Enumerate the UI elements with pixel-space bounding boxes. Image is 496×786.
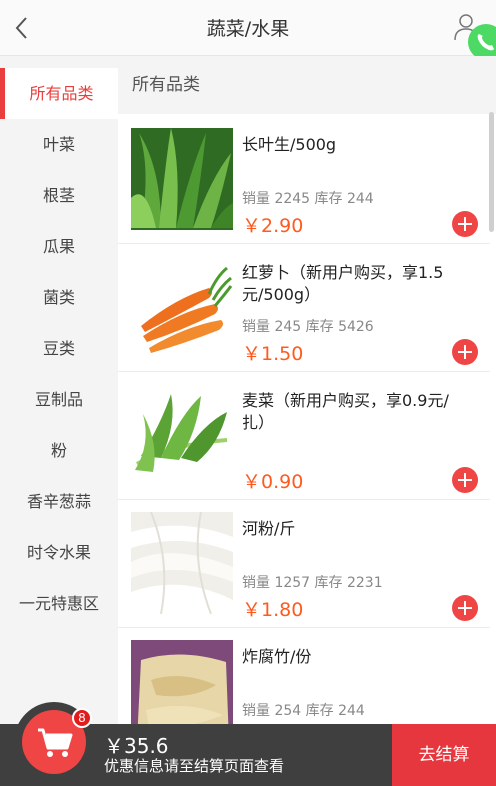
product-price: ￥1.80 xyxy=(242,599,304,621)
product-item[interactable]: 炸腐竹/份 销量 254 库存 244 xyxy=(118,628,490,724)
product-price: ￥0.90 xyxy=(242,471,304,493)
sidebar-item-mushroom[interactable]: 菌类 xyxy=(0,272,118,323)
sidebar-item-one-yuan[interactable]: 一元特惠区 xyxy=(0,578,118,629)
lettuce-image xyxy=(131,128,233,230)
category-sidebar: 所有品类 叶菜 根茎 瓜果 菌类 豆类 豆制品 粉 香辛葱蒜 时令水果 一元特惠… xyxy=(0,56,118,724)
sidebar-item-root[interactable]: 根茎 xyxy=(0,170,118,221)
product-stats: 销量 2245 库存 244 xyxy=(242,191,374,207)
sidebar-item-seasonal-fruit[interactable]: 时令水果 xyxy=(0,527,118,578)
tofu-skin-image xyxy=(131,640,233,724)
add-to-cart-button[interactable] xyxy=(452,595,478,621)
product-item[interactable]: 河粉/斤 销量 1257 库存 2231 ￥1.80 xyxy=(118,500,490,628)
sidebar-item-all[interactable]: 所有品类 xyxy=(0,68,118,119)
product-price: ￥2.90 xyxy=(242,215,304,237)
call-button[interactable] xyxy=(468,24,496,60)
sidebar-item-aromatics[interactable]: 香辛葱蒜 xyxy=(0,476,118,527)
carrot-image xyxy=(131,256,233,358)
phone-icon xyxy=(477,34,494,51)
sidebar-item-leafy[interactable]: 叶菜 xyxy=(0,119,118,170)
product-name: 河粉/斤 xyxy=(242,519,296,538)
product-name: 长叶生/500g xyxy=(242,135,337,154)
add-to-cart-button[interactable] xyxy=(452,339,478,365)
product-name: 红萝卜（新用户购买，享1.5元/500g） xyxy=(242,263,444,304)
product-item[interactable]: 麦菜（新用户购买，享0.9元/扎） ￥0.90 xyxy=(118,372,490,500)
page: 蔬菜/水果 所有品类 叶菜 根茎 瓜果 菌类 豆类 豆制品 粉 香辛葱蒜 时令水… xyxy=(0,0,496,786)
product-name: 麦菜（新用户购买，享0.9元/扎） xyxy=(242,391,449,432)
product-item[interactable]: 长叶生/500g 销量 2245 库存 244 ￥2.90 xyxy=(118,116,490,244)
sidebar-item-melon[interactable]: 瓜果 xyxy=(0,221,118,272)
promo-text: 优惠信息请至结算页面查看 xyxy=(104,757,285,775)
header: 蔬菜/水果 xyxy=(0,0,496,60)
product-name: 炸腐竹/份 xyxy=(242,647,312,666)
cart-count-badge: 8 xyxy=(72,708,92,728)
product-stats: 销量 1257 库存 2231 xyxy=(242,575,383,591)
page-title: 蔬菜/水果 xyxy=(206,18,290,40)
product-stats: 销量 245 库存 5426 xyxy=(242,319,374,335)
add-to-cart-button[interactable] xyxy=(452,211,478,237)
rice-noodle-image xyxy=(131,512,233,614)
add-to-cart-button[interactable] xyxy=(452,467,478,493)
sidebar-item-beans[interactable]: 豆类 xyxy=(0,323,118,374)
section-title: 所有品类 xyxy=(118,56,496,114)
list-scrollbar[interactable] xyxy=(489,112,494,232)
product-stats: 销量 254 库存 244 xyxy=(242,703,365,719)
sidebar-item-soy-products[interactable]: 豆制品 xyxy=(0,374,118,425)
product-list: 所有品类 长叶生/500g 销量 2245 库存 244 ￥2.90 红萝卜（新… xyxy=(118,56,496,724)
checkout-button[interactable]: 去结算 xyxy=(392,724,496,786)
product-price: ￥1.50 xyxy=(242,343,304,365)
product-item[interactable]: 红萝卜（新用户购买，享1.5元/500g） 销量 245 库存 5426 ￥1.… xyxy=(118,244,490,372)
greens-image xyxy=(131,384,233,486)
sidebar-item-noodles[interactable]: 粉 xyxy=(0,425,118,476)
